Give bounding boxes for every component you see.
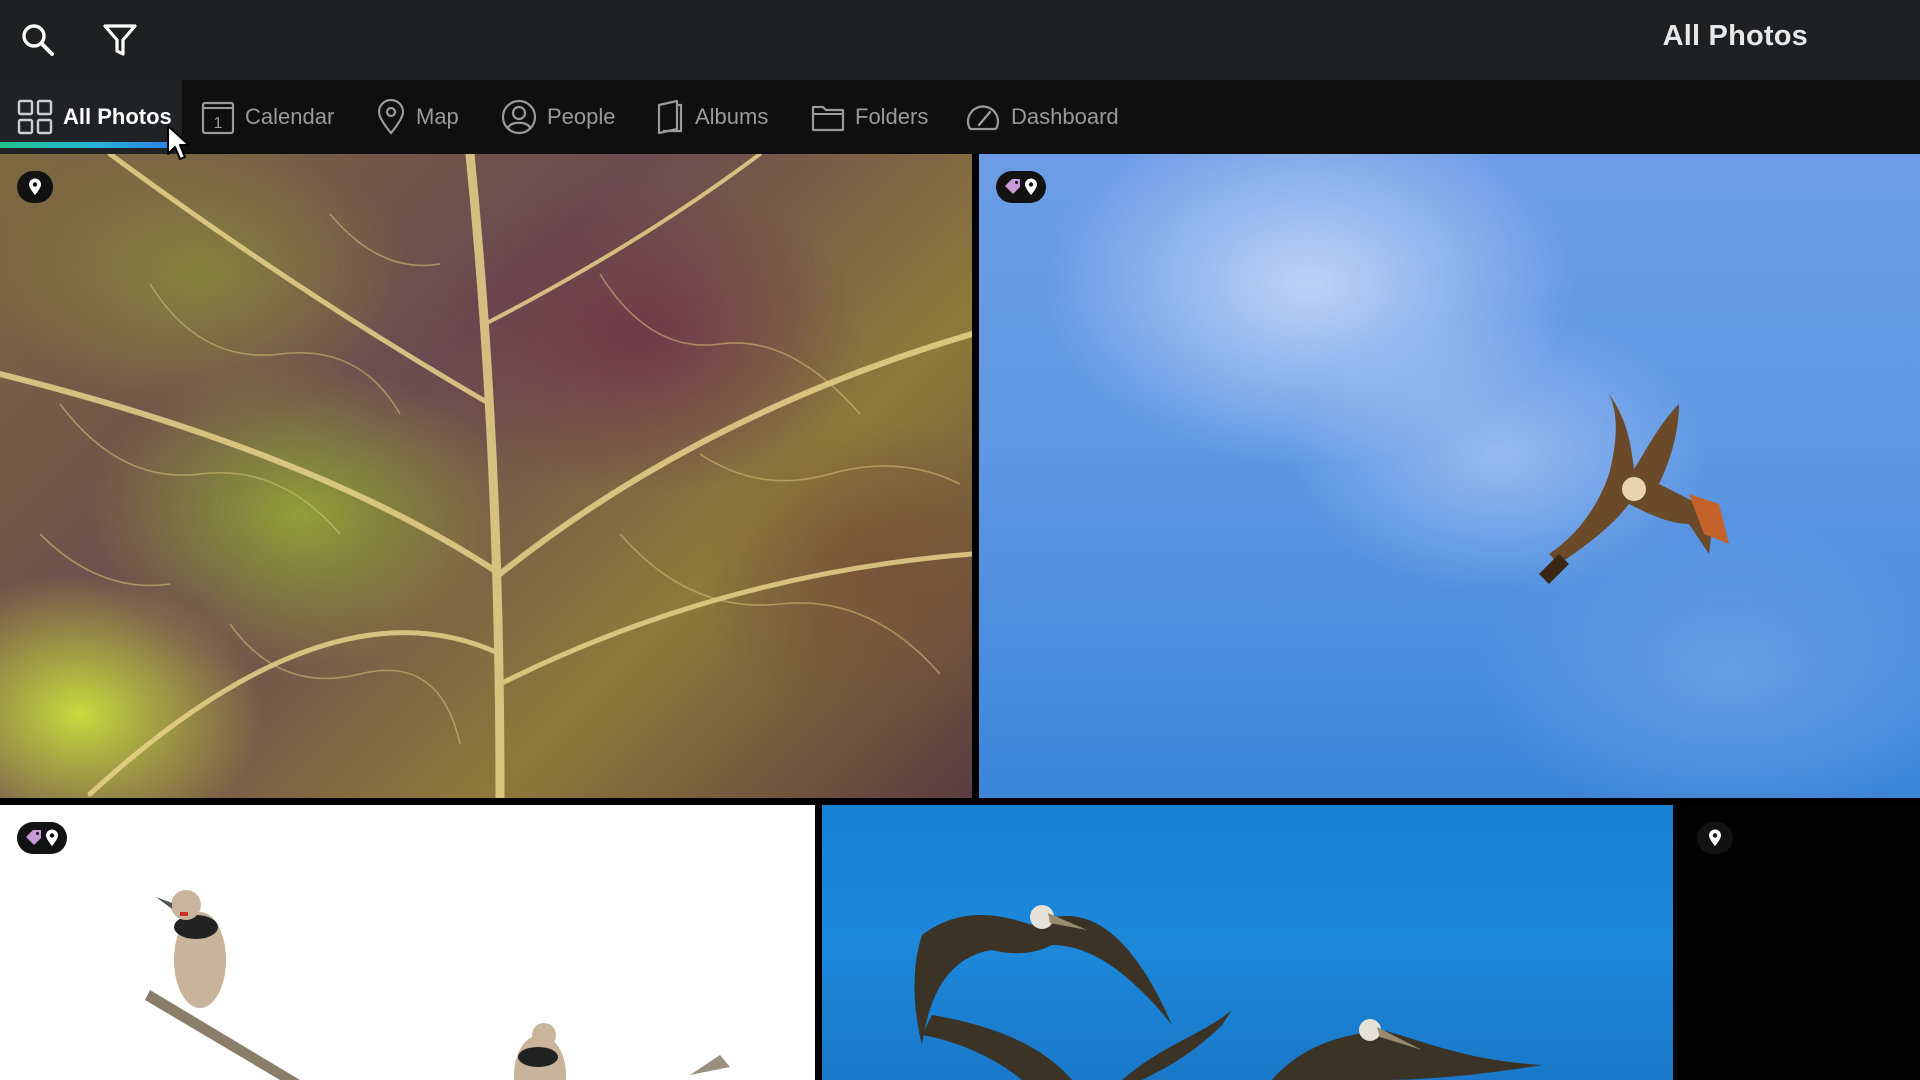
tab-dashboard[interactable]: Dashboard	[965, 80, 1119, 154]
search-icon	[22, 24, 54, 56]
location-pin-icon	[46, 829, 58, 846]
mouse-cursor-icon	[167, 125, 190, 160]
person-icon	[501, 99, 537, 135]
tab-map[interactable]: Map	[376, 80, 459, 154]
tab-all-photos[interactable]: All Photos	[0, 80, 182, 154]
tag-icon	[26, 830, 41, 845]
tab-label: Map	[416, 104, 459, 129]
folder-icon	[811, 105, 845, 132]
tab-folders[interactable]: Folders	[811, 80, 928, 154]
photo-tile-flicker[interactable]	[0, 805, 815, 1080]
photo-tile-leaf[interactable]	[0, 154, 972, 798]
tab-albums[interactable]: Albums	[655, 80, 768, 154]
tab-label: Folders	[855, 104, 929, 129]
photo-tile-dark[interactable]	[1680, 805, 1920, 1080]
pelican-shapes	[914, 905, 1542, 1080]
filter-icon	[103, 24, 137, 56]
tab-people[interactable]: People	[501, 80, 616, 154]
page-title: All Photos	[1662, 20, 1808, 52]
album-icon	[657, 99, 683, 135]
photo-badges	[996, 171, 1046, 203]
photo-badges	[1697, 822, 1733, 854]
grid-icon	[17, 99, 53, 135]
search-button[interactable]	[16, 18, 60, 62]
photo-tile-hawk[interactable]	[979, 154, 1920, 798]
photo-badges	[17, 171, 53, 203]
tab-label: Dashboard	[1011, 104, 1119, 129]
tab-label: People	[547, 104, 616, 129]
tab-label: All Photos	[63, 104, 172, 129]
location-pin-icon	[29, 178, 41, 195]
tab-calendar[interactable]: 1 Calendar	[201, 80, 334, 154]
tag-icon	[1005, 179, 1020, 194]
photo-tile-pelicans[interactable]	[822, 805, 1673, 1080]
tab-label: Calendar	[245, 104, 335, 129]
calendar-icon-number: 1	[214, 115, 223, 132]
filter-button[interactable]	[98, 18, 142, 62]
map-pin-icon	[377, 99, 405, 135]
hawk-shape	[1539, 394, 1729, 584]
active-tab-indicator	[0, 142, 168, 148]
tab-label: Albums	[695, 104, 769, 129]
leaf-veins	[0, 154, 972, 798]
photo-badges	[17, 822, 67, 854]
nav-bar: All Photos 1 Calendar Map People Albums	[0, 80, 1920, 154]
location-pin-icon	[1709, 829, 1721, 846]
flicker-shapes	[145, 890, 730, 1080]
gauge-icon	[966, 105, 1000, 131]
top-bar: All Photos	[0, 0, 1920, 80]
calendar-icon: 1	[201, 101, 235, 135]
location-pin-icon	[1025, 178, 1037, 195]
